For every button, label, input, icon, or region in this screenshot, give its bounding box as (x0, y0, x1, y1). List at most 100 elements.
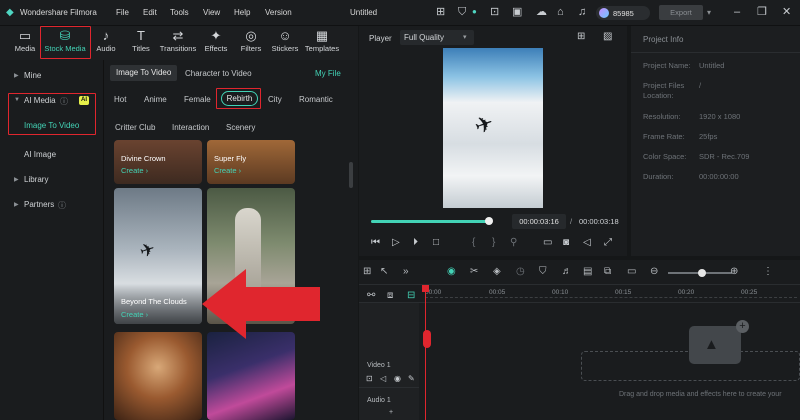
keyframe-icon[interactable]: ◈ (493, 266, 501, 277)
playhead-knob[interactable] (485, 217, 494, 225)
volume-icon[interactable]: ◁ (583, 237, 591, 249)
toolbar-transitions[interactable]: ⇄ Transitions (160, 28, 196, 58)
stop-icon[interactable]: □ (433, 237, 439, 249)
playhead-marker[interactable] (423, 330, 431, 348)
clip-icon[interactable]: ▤ (583, 266, 592, 277)
microphone-icon[interactable]: ♬ (562, 266, 572, 277)
bell-icon[interactable]: ♫ (578, 6, 586, 18)
zoom-in-icon[interactable]: ⊕ (730, 266, 738, 277)
my-file-link[interactable]: My File (315, 69, 341, 78)
add-track-icon[interactable]: + (389, 409, 393, 416)
toolbar-audio[interactable]: ♪ Audio (89, 28, 123, 58)
zoom-out-icon[interactable]: ⊖ (650, 266, 658, 277)
shield-icon[interactable]: ⛉ (458, 6, 466, 18)
menu-help[interactable]: Help (234, 8, 250, 17)
add-media-plus-icon[interactable]: + (736, 320, 749, 333)
card-create-link[interactable]: Create › (121, 310, 148, 319)
category-critter-club[interactable]: Critter Club (115, 123, 155, 132)
template-card-super-fly[interactable]: Super Fly Create › (207, 140, 295, 184)
nav-library[interactable]: ▶ Library (0, 170, 100, 190)
zoom-slider-knob[interactable] (698, 269, 706, 277)
camera-icon[interactable]: ◙ (563, 237, 569, 249)
nav-partners[interactable]: ▶ Partners ⓘ (0, 195, 100, 215)
gift-icon[interactable]: ⊞ (436, 6, 445, 18)
track-visibility-icon[interactable]: ◉ (394, 373, 401, 385)
split-icon[interactable]: ✂ (470, 266, 478, 277)
category-romantic[interactable]: Romantic (299, 95, 333, 104)
track-manager-icon[interactable]: ⧈ (387, 290, 393, 301)
link-icon[interactable]: ⚯ (367, 290, 375, 301)
toolbar-templates[interactable]: ▦ Templates (305, 28, 339, 58)
snapshot-image-icon[interactable]: ▨ (603, 31, 612, 43)
cloud-upload-icon[interactable]: ☁ (536, 6, 547, 18)
save-icon[interactable]: ▣ (512, 6, 522, 18)
previous-frame-icon[interactable]: ⏮ (371, 237, 380, 249)
restore-icon[interactable]: ❐ (757, 6, 767, 18)
mark-out-icon[interactable]: } (492, 237, 495, 249)
mark-in-icon[interactable]: { (472, 237, 475, 249)
next-frame-icon[interactable]: ⏵ (413, 237, 418, 249)
menu-edit[interactable]: Edit (143, 8, 157, 17)
display-icon[interactable]: ▭ (543, 237, 552, 249)
nav-mine[interactable]: ▶ Mine (0, 66, 100, 86)
category-female[interactable]: Female (184, 95, 211, 104)
pointer-icon[interactable]: ↖ (380, 266, 388, 277)
subtitle-icon[interactable]: ▭ (627, 266, 636, 277)
effect-icon[interactable]: ⧉ (604, 266, 611, 277)
export-dropdown-icon[interactable]: ▾ (707, 7, 711, 19)
category-interaction[interactable]: Interaction (172, 123, 209, 132)
highlight-rebirth (216, 88, 261, 109)
card-create-link[interactable]: Create › (214, 166, 241, 175)
info-icon[interactable]: ⓘ (58, 200, 66, 211)
headset-icon[interactable]: ⌂ (557, 6, 564, 18)
skydiver-figure: ✈ (137, 238, 158, 262)
toolbar-stickers[interactable]: ☺ Stickers (268, 28, 302, 58)
timeline-menu-icon[interactable]: ⋮ (763, 266, 773, 277)
toolbar-media[interactable]: ▭ Media (8, 28, 42, 58)
highlight-ai-media (8, 93, 96, 135)
fullscreen-icon[interactable]: ⤢ (604, 237, 612, 249)
track-lock-icon[interactable]: ⊡ (366, 373, 373, 385)
minimize-icon[interactable]: – (734, 6, 740, 18)
layout-icon[interactable]: ⊞ (363, 266, 371, 277)
grid-view-icon[interactable]: ⊞ (577, 31, 585, 43)
quality-select[interactable]: Full Quality ▾ (400, 30, 474, 45)
toolbar-effects[interactable]: ✦ Effects (199, 28, 233, 58)
shield-mark-icon[interactable]: ⛉ (539, 266, 547, 277)
template-card-beyond-the-clouds[interactable]: ✈ Beyond The Clouds Create › (114, 188, 202, 324)
credits-pill[interactable]: 85985 (596, 6, 650, 20)
menu-view[interactable]: View (203, 8, 220, 17)
close-icon[interactable]: ✕ (782, 6, 791, 18)
category-city[interactable]: City (268, 95, 282, 104)
current-time[interactable]: 00:00:03:16 (512, 214, 566, 229)
nav-ai-image[interactable]: AI Image (0, 145, 100, 165)
track-edit-icon[interactable]: ✎ (408, 373, 415, 385)
card-create-link[interactable]: Create › (121, 166, 148, 175)
template-card-portrait[interactable] (114, 332, 202, 420)
tab-image-to-video[interactable]: Image To Video (110, 65, 178, 81)
menu-file[interactable]: File (116, 8, 129, 17)
ai-tool-icon[interactable]: ◉ (447, 266, 456, 277)
category-hot[interactable]: Hot (114, 95, 126, 104)
menu-version[interactable]: Version (265, 8, 292, 17)
template-card-neon[interactable] (207, 332, 295, 420)
template-card-divine-crown[interactable]: Divine Crown Create › (114, 140, 202, 184)
grid-icon[interactable]: ⊡ (490, 6, 499, 18)
menu-tools[interactable]: Tools (170, 8, 189, 17)
category-scenery[interactable]: Scenery (226, 123, 255, 132)
category-anime[interactable]: Anime (144, 95, 167, 104)
panel-scrollbar[interactable] (349, 162, 353, 188)
speed-icon[interactable]: ◷ (516, 266, 525, 277)
export-button[interactable]: Export (659, 5, 703, 20)
toolbar-titles[interactable]: T Titles (124, 28, 158, 58)
toolbar-filters[interactable]: ◎ Filters (234, 28, 268, 58)
snap-icon[interactable]: ⊟ (407, 290, 415, 301)
marker-icon[interactable]: ⚲ (510, 237, 517, 249)
track-audio-icon[interactable]: ◁ (380, 373, 386, 385)
playhead-handle[interactable] (422, 285, 429, 292)
playback-progress[interactable] (371, 217, 494, 225)
zoom-slider[interactable] (668, 269, 732, 277)
play-icon[interactable]: ▷ (392, 237, 400, 249)
tab-character-to-video[interactable]: Character to Video (185, 69, 252, 78)
more-tools-icon[interactable]: » (403, 266, 409, 277)
